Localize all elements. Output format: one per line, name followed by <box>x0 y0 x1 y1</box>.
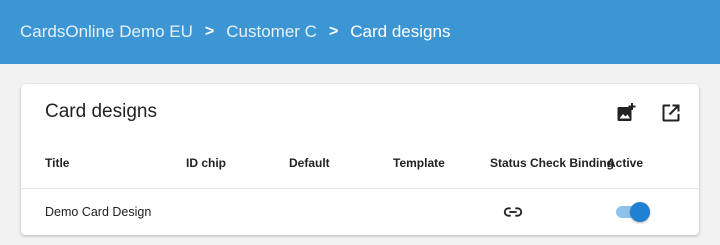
column-header-status-check-binding[interactable]: Status Check Binding <box>490 156 614 170</box>
column-header-active[interactable]: Active <box>607 156 643 170</box>
active-toggle[interactable] <box>614 202 650 222</box>
row-title-cell[interactable]: Demo Card Design <box>45 205 151 219</box>
column-header-default[interactable]: Default <box>289 156 330 170</box>
top-app-bar: CardsOnline Demo EU > Customer C > Card … <box>0 0 720 64</box>
breadcrumb-item-customer[interactable]: Customer C <box>226 22 317 42</box>
open-external-icon[interactable] <box>659 101 683 125</box>
column-header-title[interactable]: Title <box>45 156 69 170</box>
breadcrumb-separator: > <box>328 23 339 40</box>
add-image-icon[interactable] <box>614 101 638 125</box>
breadcrumb-item-current: Card designs <box>350 22 451 41</box>
table-divider <box>21 188 699 189</box>
toggle-thumb <box>630 202 650 222</box>
link-icon[interactable] <box>502 201 524 223</box>
column-header-template[interactable]: Template <box>393 156 445 170</box>
panel-title: Card designs <box>45 101 157 122</box>
breadcrumb-item-account[interactable]: CardsOnline Demo EU <box>20 22 193 42</box>
breadcrumb-separator: > <box>204 23 215 40</box>
card-designs-panel: Card designs Title ID chip Default Templ… <box>21 84 699 235</box>
column-header-id-chip[interactable]: ID chip <box>186 156 226 170</box>
